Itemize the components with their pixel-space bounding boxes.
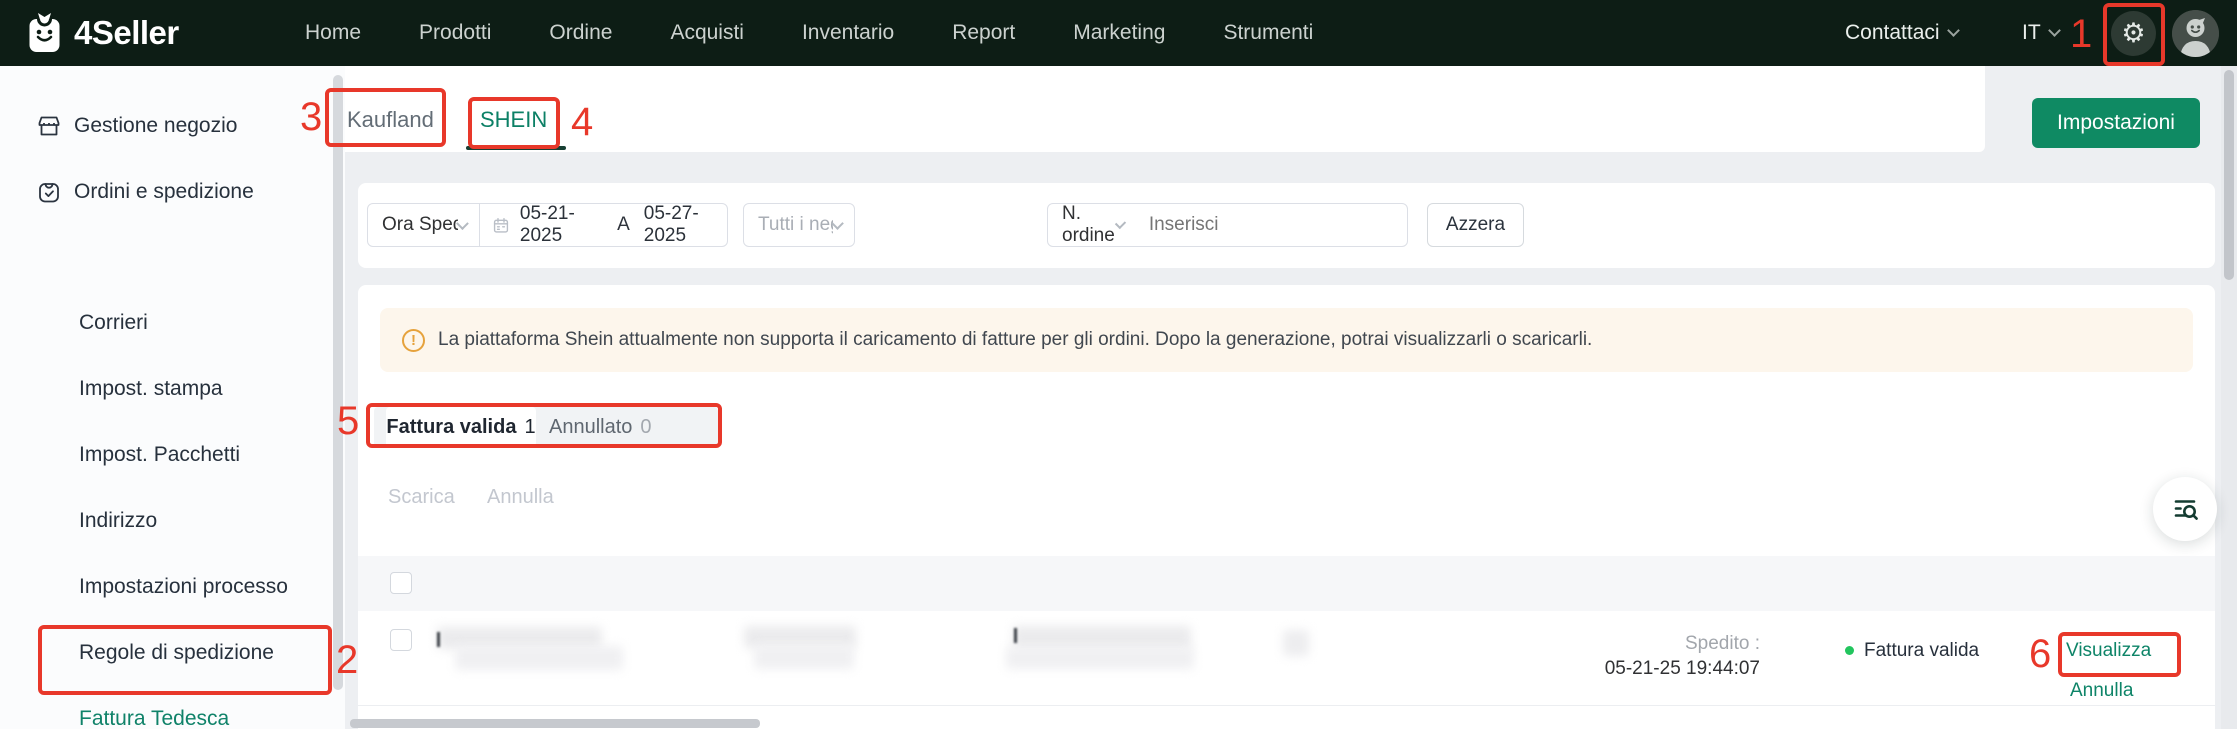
- status-badge: Fattura valida: [1864, 640, 1979, 662]
- order-field-value: N. ordine: [1062, 203, 1117, 247]
- contact-label: Contattaci: [1845, 21, 1940, 45]
- date-to: 05-27-2025: [644, 203, 727, 247]
- shipped-label: Spedito :: [1530, 633, 1760, 655]
- page-vertical-scrollbar[interactable]: [2221, 66, 2237, 729]
- nav-item-inventario[interactable]: Inventario: [802, 21, 894, 45]
- shein-notice-banner: ! La piattaforma Shein attualmente non s…: [380, 308, 2193, 372]
- tab-fattura-valida[interactable]: Fattura valida 1: [386, 407, 536, 447]
- sidebar-scrollbar[interactable]: [333, 75, 343, 690]
- sidebar-item-gestione-negozio[interactable]: Gestione negozio: [0, 104, 330, 148]
- list-search-floating-button[interactable]: [2153, 477, 2217, 541]
- nav-item-acquisti[interactable]: Acquisti: [670, 21, 744, 45]
- redacted-order-number: [455, 646, 623, 670]
- sidebar-item-label: Gestione negozio: [74, 114, 237, 138]
- bulk-download-button[interactable]: Scarica: [388, 486, 455, 509]
- calendar-icon: [492, 215, 510, 236]
- date-filter-control: Ora Spediz 05-21-2025 A 05-27-2025: [367, 203, 728, 247]
- settings-sidebar: Gestione negozio Ordini e spedizione Cor…: [0, 66, 345, 729]
- top-navigation-bar: 4Seller Home Prodotti Ordine Acquisti In…: [0, 0, 2237, 66]
- sidebar-item-label: Ordini e spedizione: [74, 180, 254, 204]
- nav-item-marketing[interactable]: Marketing: [1073, 21, 1165, 45]
- language-label: IT: [2022, 21, 2041, 45]
- chevron-down-icon: [2048, 24, 2061, 37]
- store-filter-value: Tutti i nego: [758, 214, 833, 236]
- redacted-store-name: [754, 645, 854, 669]
- orders-bag-icon: [36, 179, 62, 205]
- nav-item-home[interactable]: Home: [305, 21, 361, 45]
- order-field-select[interactable]: N. ordine: [1048, 203, 1136, 247]
- tab-shein[interactable]: SHEIN: [480, 92, 547, 148]
- date-separator: A: [613, 214, 634, 236]
- impostazioni-button[interactable]: Impostazioni: [2032, 98, 2200, 148]
- sidebar-item-label: Fattura Tedesca: [79, 707, 229, 729]
- chevron-down-icon: [831, 217, 844, 230]
- tab-label: Annullato: [549, 416, 632, 439]
- sidebar-item-impostazioni-processo[interactable]: Impostazioni processo: [0, 565, 330, 609]
- scrollbar-thumb[interactable]: [2224, 70, 2234, 280]
- active-tab-underline: [466, 146, 566, 150]
- warning-icon: !: [402, 329, 425, 352]
- tab-label: Fattura valida: [386, 416, 516, 439]
- sidebar-item-label: Regole di spedizione: [79, 641, 274, 665]
- gear-icon: ⚙: [2121, 20, 2145, 47]
- date-range-picker[interactable]: 05-21-2025 A 05-27-2025: [480, 203, 727, 247]
- table-header: [358, 556, 2215, 611]
- time-field-value: Ora Spediz: [382, 214, 458, 236]
- redacted-recipient: [1283, 630, 1309, 656]
- sidebar-item-impost-pacchetti[interactable]: Impost. Pacchetti: [0, 433, 330, 477]
- status-dot: [1845, 646, 1854, 655]
- nav-item-report[interactable]: Report: [952, 21, 1015, 45]
- shipped-time: 05-21-25 19:44:07: [1530, 658, 1760, 680]
- shopping-bag-logo-icon: [26, 12, 63, 54]
- app-screen: 4Seller Home Prodotti Ordine Acquisti In…: [0, 0, 2237, 729]
- search-list-icon: [2168, 492, 2202, 526]
- select-all-checkbox[interactable]: [390, 572, 412, 594]
- sidebar-item-corrieri[interactable]: Corrieri: [0, 301, 330, 345]
- sidebar-item-label: Indirizzo: [79, 509, 157, 533]
- settings-gear-button[interactable]: ⚙: [2111, 11, 2156, 56]
- cancel-invoice-link[interactable]: Annulla: [2070, 680, 2133, 702]
- sidebar-item-label: Impostazioni processo: [79, 575, 288, 599]
- bulk-cancel-button[interactable]: Annulla: [487, 486, 554, 509]
- sidebar-item-fattura-tedesca[interactable]: Fattura Tedesca: [0, 697, 330, 729]
- sidebar-item-label: Impost. stampa: [79, 377, 223, 401]
- notice-text: La piattaforma Shein attualmente non sup…: [438, 329, 1592, 351]
- time-field-select[interactable]: Ora Spediz: [368, 214, 479, 236]
- avatar-person-icon: [2172, 10, 2219, 57]
- page-horizontal-scrollbar[interactable]: [350, 719, 760, 728]
- brand-name: 4Seller: [74, 14, 179, 52]
- nav-item-ordine[interactable]: Ordine: [549, 21, 612, 45]
- order-search-control: N. ordine: [1047, 203, 1408, 247]
- nav-item-prodotti[interactable]: Prodotti: [419, 21, 491, 45]
- main-nav: Home Prodotti Ordine Acquisti Inventario…: [305, 0, 1313, 66]
- tab-annullato[interactable]: Annullato 0: [549, 407, 652, 447]
- sidebar-item-label: Corrieri: [79, 311, 148, 335]
- invoice-status-tabs: Fattura valida 1 Annullato 0: [374, 407, 718, 447]
- redaction-artifact: [1014, 628, 1017, 643]
- sidebar-item-indirizzo[interactable]: Indirizzo: [0, 499, 330, 543]
- user-avatar[interactable]: [2172, 10, 2219, 57]
- sidebar-item-impost-stampa[interactable]: Impost. stampa: [0, 367, 330, 411]
- storefront-icon: [36, 113, 62, 139]
- view-invoice-link[interactable]: Visualizza: [2066, 640, 2151, 662]
- tab-kaufland[interactable]: Kaufland: [347, 92, 434, 148]
- store-filter-select[interactable]: Tutti i nego: [743, 203, 855, 247]
- platform-tab-strip: [345, 66, 1985, 152]
- language-dropdown[interactable]: IT: [2022, 0, 2059, 66]
- sidebar-item-ordini-e-spedizione[interactable]: Ordini e spedizione: [0, 170, 330, 214]
- contact-dropdown[interactable]: Contattaci: [1845, 0, 1958, 66]
- redacted-invoice-number: [1006, 647, 1194, 669]
- tab-count: 1: [524, 416, 535, 439]
- clear-filters-button[interactable]: Azzera: [1427, 203, 1524, 247]
- order-search-input[interactable]: [1136, 214, 1404, 236]
- sidebar-item-label: Impost. Pacchetti: [79, 443, 240, 467]
- chevron-down-icon: [1947, 24, 1960, 37]
- row-checkbox[interactable]: [390, 629, 412, 651]
- sidebar-item-regole-di-spedizione[interactable]: Regole di spedizione: [0, 631, 330, 675]
- nav-item-strumenti[interactable]: Strumenti: [1223, 21, 1313, 45]
- redaction-artifact: [437, 632, 440, 647]
- brand-logo[interactable]: 4Seller: [26, 0, 179, 66]
- date-from: 05-21-2025: [520, 203, 603, 247]
- tab-count: 0: [640, 416, 651, 439]
